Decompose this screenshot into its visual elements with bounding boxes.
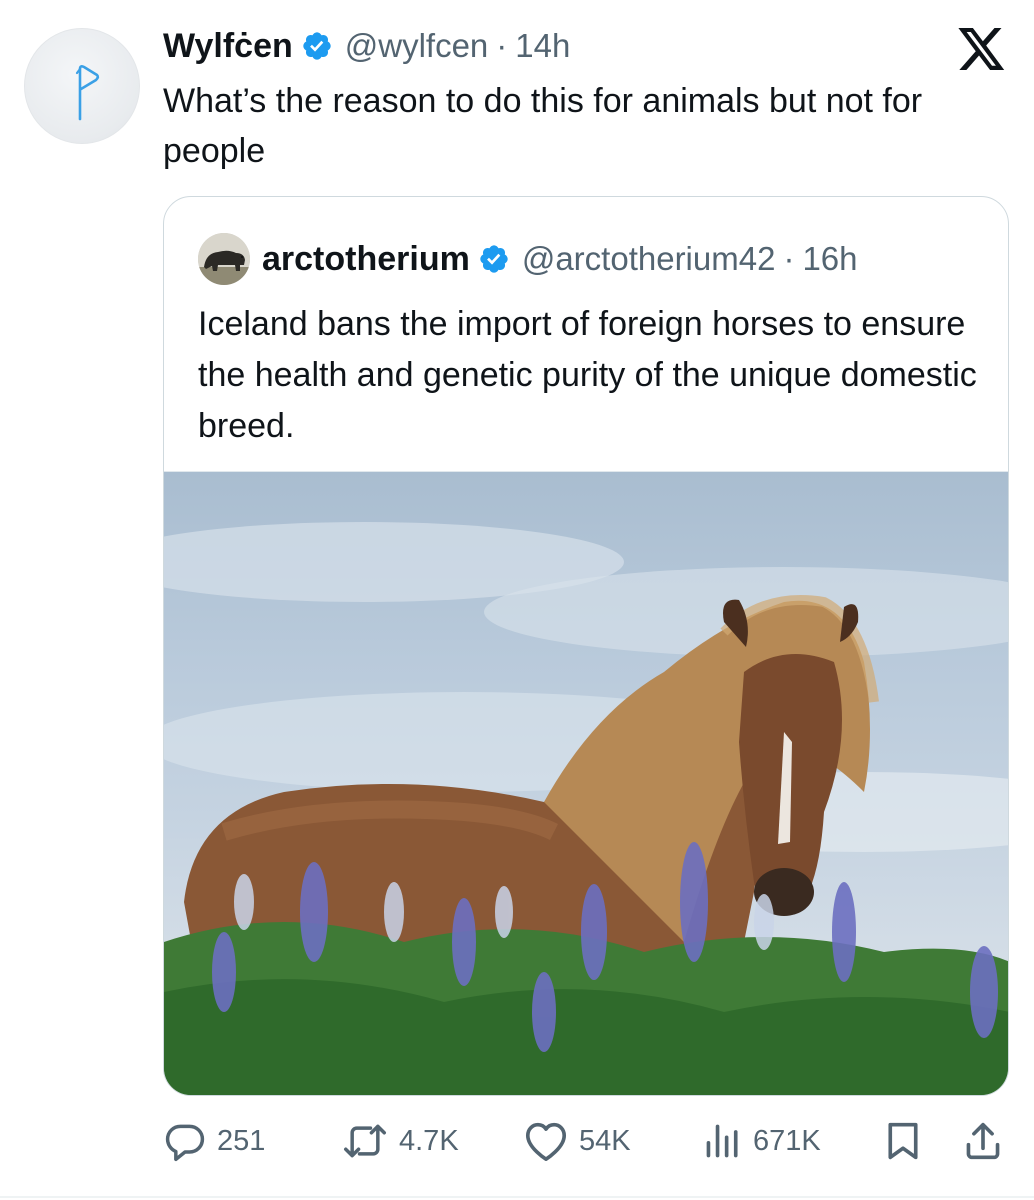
repost-icon (344, 1124, 386, 1158)
bookmark-icon (888, 1122, 918, 1160)
verified-badge-icon (303, 32, 331, 60)
quoted-tweet-image[interactable] (164, 471, 1008, 1095)
like-button[interactable]: 54K (523, 1116, 631, 1166)
x-logo-icon (958, 28, 1005, 70)
author-avatar[interactable] (24, 28, 140, 144)
share-icon (966, 1122, 1000, 1160)
icelandic-horse-photo (164, 522, 1008, 1095)
bookmark-button[interactable] (883, 1116, 923, 1166)
quoted-author-display-name[interactable]: arctotherium (262, 240, 470, 279)
author-handle[interactable]: @wylfcen (345, 27, 489, 65)
separator-dot: · (496, 27, 508, 64)
quoted-tweet-header: arctotherium @arctotherium42 · 16h (198, 233, 858, 285)
reply-button[interactable]: 251 (163, 1116, 265, 1166)
reply-icon (165, 1124, 205, 1162)
author-display-name[interactable]: Wylfċen (163, 27, 293, 66)
tweet-action-bar: 251 4.7K 54K 671K (163, 1116, 1009, 1166)
quoted-tweet-timestamp[interactable]: 16h (802, 240, 857, 278)
view-count: 671K (753, 1124, 821, 1157)
divider (0, 1196, 1034, 1198)
bear-avatar (198, 233, 250, 285)
quoted-author-handle[interactable]: @arctotherium42 (522, 240, 776, 278)
separator-dot: · (783, 240, 795, 277)
verified-badge-icon (480, 245, 508, 273)
quoted-tweet-text: Iceland bans the import of foreign horse… (198, 305, 977, 445)
reply-count: 251 (217, 1124, 266, 1157)
rune-wynn-icon (75, 65, 100, 121)
tweet-header: Wylfċen @wylfcen · 14h (163, 24, 570, 68)
tweet-timestamp[interactable]: 14h (515, 27, 570, 65)
views-button[interactable]: 671K (703, 1116, 821, 1166)
heart-icon (525, 1122, 567, 1162)
share-button[interactable] (963, 1116, 1003, 1166)
repost-count: 4.7K (399, 1124, 459, 1157)
repost-button[interactable]: 4.7K (341, 1116, 459, 1166)
tweet-view: Wylfċen @wylfcen · 14h What’s the reason… (0, 0, 1034, 1200)
like-count: 54K (579, 1124, 631, 1157)
bar-chart-icon (706, 1124, 738, 1158)
quoted-author-avatar[interactable] (198, 233, 250, 285)
tweet-text: What’s the reason to do this for animals… (163, 82, 923, 170)
quoted-tweet-card[interactable]: arctotherium @arctotherium42 · 16h Icela… (163, 196, 1009, 1096)
